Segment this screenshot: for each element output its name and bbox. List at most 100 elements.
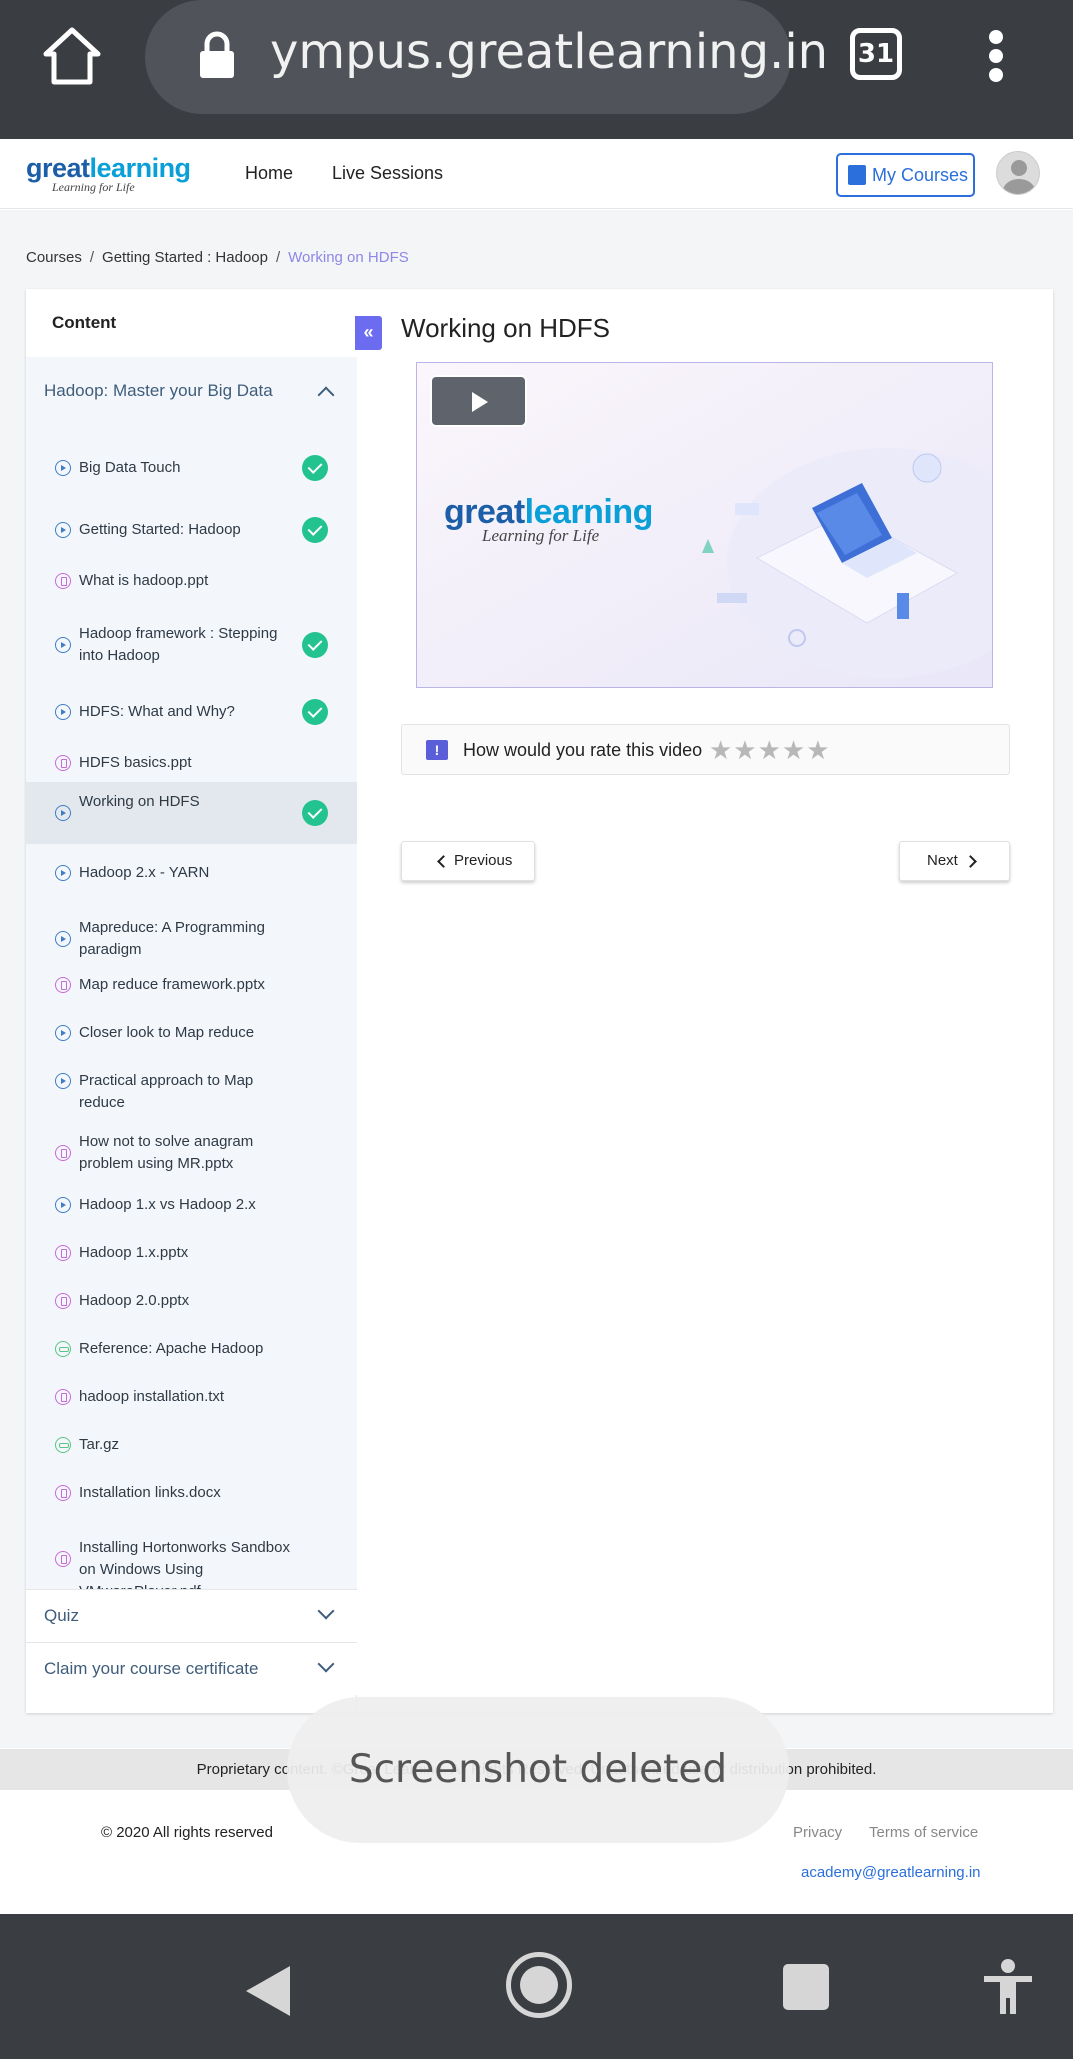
list-item[interactable]: Hadoop 2.0.pptx (26, 1286, 357, 1316)
list-item[interactable]: HDFS: What and Why? (26, 690, 357, 734)
completed-check-icon (302, 632, 328, 658)
quiz-section[interactable]: Quiz (26, 1589, 357, 1642)
list-item[interactable]: Mapreduce: A Programming paradigm (26, 906, 357, 972)
list-item-label: HDFS: What and Why? (79, 703, 235, 720)
list-item[interactable]: HDFS basics.ppt (26, 748, 357, 778)
back-icon[interactable] (246, 1966, 290, 2016)
home-icon[interactable] (40, 24, 104, 88)
play-circle-icon (55, 1025, 71, 1041)
list-item-label: Hadoop 1.x.pptx (79, 1244, 189, 1261)
list-item[interactable]: Reference: Apache Hadoop (26, 1334, 357, 1364)
list-item[interactable]: Tar.gz (26, 1430, 357, 1460)
terms-link[interactable]: Terms of service (869, 1824, 978, 1841)
document-icon (55, 1485, 71, 1501)
list-item[interactable]: hadoop installation.txt (26, 1382, 357, 1412)
list-item-label: Closer look to Map reduce (79, 1024, 255, 1041)
breadcrumb-courses[interactable]: Courses (26, 249, 82, 266)
privacy-link[interactable]: Privacy (793, 1824, 842, 1841)
play-circle-icon (55, 1197, 71, 1213)
document-icon (55, 1389, 71, 1405)
url-text[interactable]: ympus.greatlearning.in (270, 24, 828, 80)
list-item[interactable]: Installation links.docx (26, 1478, 357, 1508)
play-button[interactable] (430, 375, 527, 427)
collapse-sidebar-button[interactable]: « (355, 316, 382, 350)
list-item[interactable]: How not to solve anagram problem using M… (26, 1120, 357, 1186)
list-item-label: What is hadoop.ppt (79, 572, 209, 589)
nav-live-sessions-link[interactable]: Live Sessions (332, 163, 443, 184)
video-logo: greatlearning Learning for Life (444, 493, 653, 545)
link-icon (55, 1437, 71, 1453)
previous-button[interactable]: Previous (401, 841, 535, 881)
list-item[interactable]: Closer look to Map reduce (26, 1018, 357, 1048)
list-item-label: Hadoop 1.x vs Hadoop 2.x (79, 1196, 256, 1213)
document-icon (55, 977, 71, 993)
list-item-label: Tar.gz (79, 1436, 120, 1453)
list-item[interactable]: Hadoop framework : Stepping into Hadoop (26, 612, 357, 678)
module-title[interactable]: Hadoop: Master your Big Data (44, 381, 273, 401)
list-item-label: Getting Started: Hadoop (79, 521, 241, 538)
list-item[interactable]: Map reduce framework.pptx (26, 970, 357, 1000)
completed-check-icon (302, 517, 328, 543)
document-icon (55, 1245, 71, 1261)
tab-switcher-button[interactable]: 31 (850, 28, 902, 80)
play-circle-icon (55, 1073, 71, 1089)
certificate-section[interactable]: Claim your course certificate (26, 1642, 357, 1695)
document-icon (55, 1551, 71, 1567)
recent-apps-icon[interactable] (783, 1964, 829, 2010)
list-item-label: Map reduce framework.pptx (79, 976, 265, 993)
list-item-label: HDFS basics.ppt (79, 754, 192, 771)
site-header: greatlearning Learning for Life Home Liv… (0, 139, 1073, 209)
chevron-down-icon (317, 1602, 335, 1620)
list-item-label: Big Data Touch (79, 459, 181, 476)
toast-message: Screenshot deleted (287, 1697, 789, 1843)
feedback-icon: ! (426, 740, 448, 760)
document-icon (55, 573, 71, 589)
avatar[interactable] (996, 151, 1040, 195)
next-button[interactable]: Next (899, 841, 1010, 881)
play-circle-icon (55, 704, 71, 720)
completed-check-icon (302, 455, 328, 481)
video-player[interactable]: greatlearning Learning for Life (416, 362, 993, 688)
list-item[interactable]: Getting Started: Hadoop (26, 508, 357, 552)
list-item-label: hadoop installation.txt (79, 1388, 225, 1405)
play-circle-icon (55, 865, 71, 881)
accessibility-icon[interactable] (980, 1958, 1036, 2016)
list-item-label: Installation links.docx (79, 1484, 221, 1501)
list-item[interactable]: Hadoop 2.x - YARN (26, 858, 357, 888)
book-icon (848, 165, 866, 185)
list-item[interactable]: What is hadoop.ppt (26, 566, 357, 596)
list-item[interactable]: Big Data Touch (26, 446, 357, 490)
completed-check-icon (302, 800, 328, 826)
more-options-icon[interactable] (986, 30, 1006, 82)
list-item-label: Practical approach to Map reduce (79, 1072, 254, 1111)
rating-bar: ! How would you rate this video ★★★★★ (401, 724, 1010, 775)
breadcrumb-course[interactable]: Getting Started : Hadoop (102, 249, 268, 266)
star-rating[interactable]: ★★★★★ (709, 735, 831, 766)
list-item-label: Mapreduce: A Programming paradigm (79, 919, 265, 958)
rating-prompt: How would you rate this video (463, 740, 703, 760)
link-icon (55, 1341, 71, 1357)
lock-icon (200, 31, 234, 78)
play-circle-icon (55, 637, 71, 653)
list-item-label: Working on HDFS (79, 793, 200, 810)
my-courses-button[interactable]: My Courses (836, 153, 975, 197)
chevron-right-icon (964, 855, 977, 868)
list-item-label: Hadoop 2.x - YARN (79, 864, 210, 881)
document-icon (55, 1293, 71, 1309)
copyright: © 2020 All rights reserved (101, 1824, 273, 1841)
list-item[interactable]: Installing Hortonworks Sandbox on Window… (26, 1526, 357, 1600)
list-item[interactable]: Hadoop 1.x vs Hadoop 2.x (26, 1190, 357, 1220)
chevron-left-icon (437, 855, 450, 868)
nav-home-link[interactable]: Home (245, 163, 293, 184)
system-home-icon[interactable] (506, 1952, 572, 2018)
play-circle-icon (55, 805, 71, 821)
list-item[interactable]: Working on HDFS (26, 782, 357, 844)
greatlearning-logo[interactable]: greatlearning Learning for Life (26, 153, 191, 195)
breadcrumb: Courses / Getting Started : Hadoop / Working… (26, 249, 409, 266)
list-item[interactable]: Hadoop 1.x.pptx (26, 1238, 357, 1268)
support-email-link[interactable]: academy@greatlearning.in (801, 1864, 981, 1881)
play-circle-icon (55, 522, 71, 538)
list-item[interactable]: Practical approach to Map reduce (26, 1066, 357, 1111)
list-item-label: Reference: Apache Hadoop (79, 1340, 264, 1357)
play-circle-icon (55, 460, 71, 476)
